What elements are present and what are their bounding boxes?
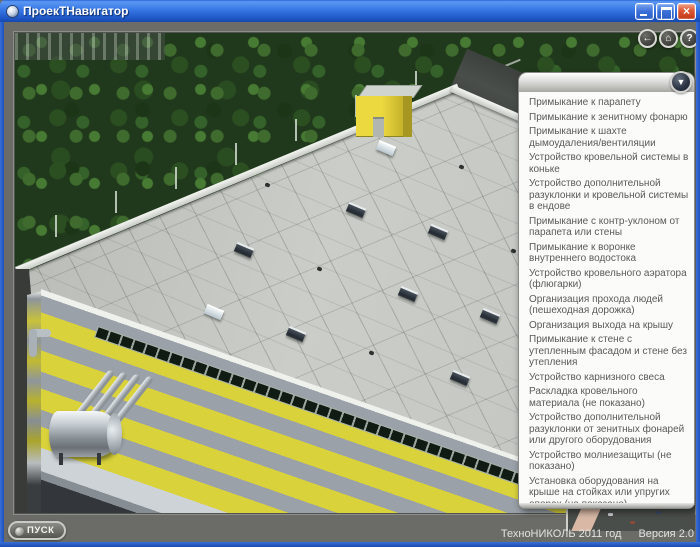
nav-buttons: ← ⌂ ?	[638, 29, 699, 48]
home-icon[interactable]: ⌂	[659, 29, 678, 48]
menu-item[interactable]: Устройство дополнительной разуклонки от …	[529, 412, 689, 447]
menu-item[interactable]: Примыкание с контр-уклоном от парапета и…	[529, 216, 689, 239]
start-button[interactable]: ПУСК	[8, 521, 66, 540]
start-button-icon	[14, 526, 24, 536]
menu-item[interactable]: Примыкание к зенитному фонарю	[529, 112, 689, 124]
skylight	[346, 202, 366, 218]
version-text: Версия 2.0	[638, 528, 694, 540]
window-border-bottom	[0, 542, 700, 547]
menu-item[interactable]: Установка оборудования на крыше на стойк…	[529, 476, 689, 504]
menu-item[interactable]: Раскладка кровельного материала (не пока…	[529, 386, 689, 409]
menu-item[interactable]: Примыкание к воронке внутреннего водосто…	[529, 242, 689, 265]
menu-item[interactable]: Примыкание к шахте дымоудаления/вентиляц…	[529, 126, 689, 149]
wall-pipe-elbow-vertical	[29, 329, 37, 357]
roof-vent-dot	[458, 164, 464, 170]
street-pole	[175, 167, 177, 189]
menu-item[interactable]: Устройство кровельной системы в коньке	[529, 152, 689, 175]
chevron-down-icon: ▼	[677, 77, 686, 87]
menu-item[interactable]: Организация прохода людей (пешеходная до…	[529, 294, 689, 317]
window-border-right	[696, 22, 700, 547]
maximize-button[interactable]	[656, 3, 675, 20]
panel-footer-strip	[519, 503, 694, 508]
window-border-left	[0, 22, 4, 547]
street-pole	[55, 215, 57, 237]
storage-tank-cap	[107, 413, 122, 455]
roof-nodes-panel: ▼ Примыкание к парапету Примыкание к зени…	[518, 72, 695, 509]
brand-text: ТехноНИКОЛЬ 2011 год	[501, 528, 622, 540]
app-icon	[6, 5, 19, 18]
title-bar: ПроекТНавигатор ×	[0, 0, 700, 22]
minimize-button[interactable]	[635, 3, 654, 20]
menu-item[interactable]: Устройство дополнительной разуклонки и к…	[529, 178, 689, 213]
menu-item[interactable]: Устройство кровельного аэратора (флюгарк…	[529, 268, 689, 291]
window-title: ПроекТНавигатор	[23, 4, 633, 18]
roof-access-door	[373, 117, 384, 137]
footer-credits: ТехноНИКОЛЬ 2011 год Версия 2.0	[501, 528, 694, 540]
menu-item[interactable]: Примыкание к парапету	[529, 97, 689, 109]
roof-vent-dot	[316, 266, 322, 272]
roof-access-box-side	[403, 96, 412, 137]
skylight	[480, 308, 500, 324]
panel-header	[519, 73, 694, 92]
collapse-panel-button[interactable]: ▼	[670, 71, 692, 93]
skylight	[398, 286, 418, 302]
skylight	[376, 140, 396, 156]
background-building	[15, 33, 165, 60]
tank-leg	[97, 453, 101, 465]
roof-vent-dot	[368, 350, 374, 356]
menu-item[interactable]: Организация выхода на крышу	[529, 320, 689, 332]
start-button-label: ПУСК	[27, 525, 54, 536]
menu-item[interactable]: Устройство молниезащиты (не показано)	[529, 450, 689, 473]
minimap-car	[630, 521, 635, 524]
roof-vent-dot	[264, 182, 270, 188]
skylight	[286, 326, 306, 342]
skylight	[234, 242, 254, 258]
menu-list: Примыкание к парапету Примыкание к зенитн…	[519, 92, 694, 503]
street-pole	[115, 191, 117, 213]
app-window: ПроекТНавигатор × ←	[0, 0, 700, 547]
skylight	[428, 224, 448, 240]
back-icon[interactable]: ←	[638, 29, 657, 48]
skylight	[450, 370, 470, 386]
street-pole	[235, 143, 237, 165]
skylight	[204, 304, 224, 320]
close-button[interactable]: ×	[677, 3, 696, 20]
menu-item[interactable]: Примыкание к стене с утепленным фасадом …	[529, 334, 689, 369]
street-pole	[295, 119, 297, 141]
minimap-car	[608, 513, 613, 516]
tank-leg	[59, 453, 63, 465]
menu-item[interactable]: Устройство карнизного свеса	[529, 372, 689, 384]
roof-vent-dot	[510, 248, 516, 254]
minimap-car	[656, 511, 661, 514]
